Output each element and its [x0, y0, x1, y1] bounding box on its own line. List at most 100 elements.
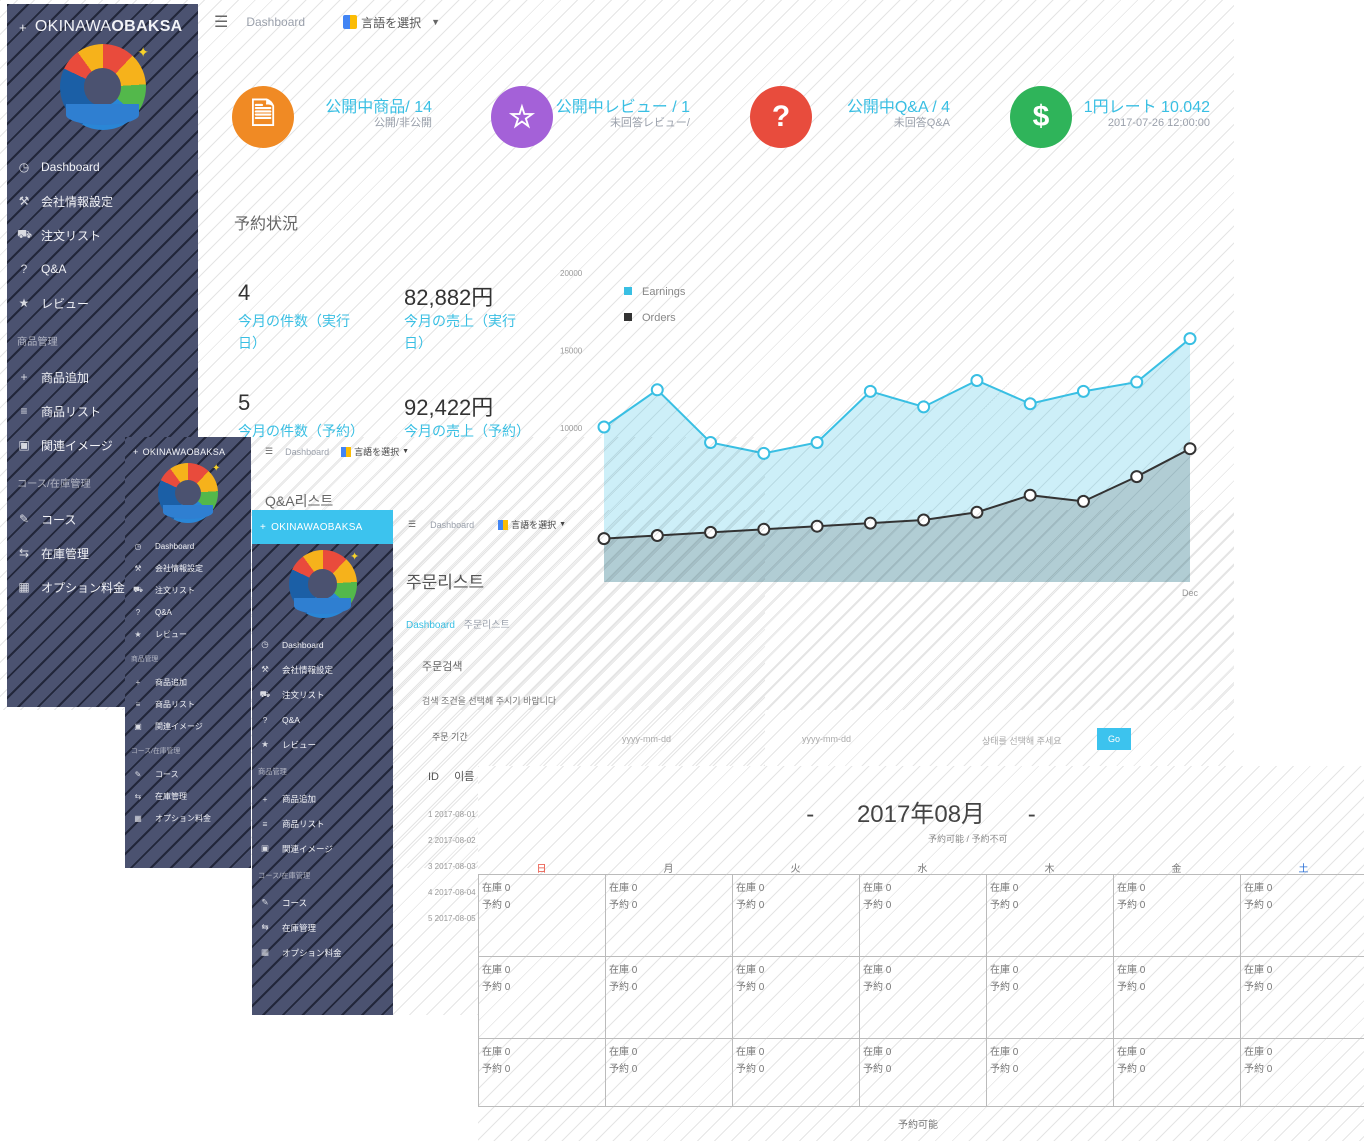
calendar-day-cell[interactable]: 在庫 0 予約 0 — [609, 962, 637, 996]
prev-month-button[interactable]: - — [806, 801, 814, 828]
order-crumb-link[interactable]: Dashboard — [406, 620, 455, 631]
calendar-day-cell[interactable]: 在庫 0 予約 0 — [863, 962, 891, 996]
table-row[interactable]: 4 2017-08-04 — [428, 880, 476, 906]
order-language-select[interactable]: 言語を選択 ▼ — [498, 518, 566, 531]
sidebar-item[interactable]: ⚒ 会社情報設定 — [17, 184, 198, 218]
sidebar-item[interactable]: ⇆ 在庫管理 — [258, 915, 393, 940]
translate-icon — [343, 15, 358, 29]
sidebar-item[interactable]: ◷ Dashboard — [131, 535, 251, 557]
cell-reserved: 予約 0 — [482, 1064, 511, 1075]
order-breadcrumb[interactable]: Dashboard — [430, 520, 474, 530]
data-point[interactable] — [917, 400, 931, 414]
data-point[interactable] — [1076, 494, 1090, 508]
sidebar-item[interactable]: ⇆ 在庫管理 — [131, 785, 251, 807]
order-date-to[interactable]: yyyy-mm-dd — [802, 734, 851, 744]
data-point[interactable] — [970, 374, 984, 387]
calendar-day-cell[interactable]: 在庫 0 予約 0 — [1244, 962, 1272, 996]
data-point[interactable] — [863, 384, 877, 398]
data-point[interactable] — [1076, 384, 1090, 398]
calendar-day-cell[interactable]: 在庫 0 予約 0 — [1244, 1044, 1272, 1078]
sidebar-item[interactable]: ▣ 関連イメージ — [258, 836, 393, 861]
calendar-day-cell[interactable]: 在庫 0 予約 0 — [990, 962, 1018, 996]
order-brand[interactable]: + OKINAWAOBAKSA — [252, 510, 393, 544]
sidebar-item[interactable]: ★ レビュー — [131, 623, 251, 645]
data-point[interactable] — [1183, 442, 1197, 456]
dashboard-topbar: ☰ Dashboard 言語を選択 ▼ — [214, 12, 440, 32]
table-row[interactable]: 5 2017-08-05 — [428, 906, 476, 932]
data-point[interactable] — [1023, 488, 1037, 502]
language-select[interactable]: 言語を選択 ▼ — [343, 14, 440, 31]
sidebar-item[interactable]: ◷ Dashboard — [258, 632, 393, 657]
calendar-day-cell[interactable]: 在庫 0 予約 0 — [1117, 1044, 1145, 1078]
calendar-day-cell[interactable]: 在庫 0 予約 0 — [482, 1044, 510, 1078]
cell-reserved: 予約 0 — [736, 1064, 765, 1075]
sidebar-item[interactable]: ≡ 商品リスト — [131, 693, 251, 715]
calendar-day-cell[interactable]: 在庫 0 予約 0 — [736, 1044, 764, 1078]
qa-breadcrumb[interactable]: Dashboard — [285, 447, 329, 457]
sidebar-item[interactable]: ⛟ 注文リスト — [131, 579, 251, 601]
calendar-day-cell[interactable]: 在庫 0 予約 0 — [1244, 880, 1272, 914]
data-point[interactable] — [650, 383, 664, 397]
calendar-day-cell[interactable]: 在庫 0 予約 0 — [736, 880, 764, 914]
table-row[interactable]: 2 2017-08-02 — [428, 828, 476, 854]
calendar-day-cell[interactable]: 在庫 0 予約 0 — [1117, 880, 1145, 914]
sidebar-item[interactable]: + 商品追加 — [258, 786, 393, 811]
sidebar-item[interactable]: ◷ Dashboard — [17, 150, 198, 184]
data-point[interactable] — [1130, 470, 1144, 484]
calendar-day-cell[interactable]: 在庫 0 予約 0 — [482, 962, 510, 996]
sidebar-item[interactable]: ▦ オプション料金 — [258, 940, 393, 965]
qa-language-select[interactable]: 言語を選択 ▼ — [341, 445, 409, 458]
menu-icon[interactable]: ☰ — [214, 12, 228, 32]
order-status-select[interactable]: 상태를 선택해 주세요 — [982, 734, 1062, 747]
sidebar-item[interactable]: ✎ コース — [258, 890, 393, 915]
sidebar-item[interactable]: ✎ コース — [131, 763, 251, 785]
next-month-button[interactable]: - — [1028, 801, 1036, 828]
stat-card[interactable]: 1円レート 10.042 2017-07-26 12:00:00 — [1060, 98, 1210, 130]
sidebar-item[interactable]: ★ レビュー — [258, 732, 393, 757]
sidebar-item[interactable]: ⛟ 注文リスト — [17, 218, 198, 252]
sidebar-item[interactable]: ? Q&A — [258, 707, 393, 732]
calendar-day-cell[interactable]: 在庫 0 予約 0 — [609, 1044, 637, 1078]
stat-card[interactable]: 公開中商品/ 14 公開/非公開 — [282, 98, 432, 130]
calendar-day-cell[interactable]: 在庫 0 予約 0 — [990, 1044, 1018, 1078]
data-point[interactable] — [810, 436, 824, 449]
weekday-header: 金 — [1171, 864, 1182, 875]
calendar-day-cell[interactable]: 在庫 0 予約 0 — [863, 880, 891, 914]
data-point[interactable] — [1023, 397, 1037, 411]
sidebar-item[interactable]: ≡ 商品リスト — [258, 811, 393, 836]
sidebar-item[interactable]: + 商品追加 — [17, 360, 198, 394]
calendar-day-cell[interactable]: 在庫 0 予約 0 — [482, 880, 510, 914]
sidebar-item[interactable]: ▣ 関連イメージ — [131, 715, 251, 737]
sidebar-item[interactable]: ⚒ 会社情報設定 — [131, 557, 251, 579]
sidebar-item[interactable]: ⛟ 注文リスト — [258, 682, 393, 707]
calendar-day-cell[interactable]: 在庫 0 予約 0 — [609, 880, 637, 914]
data-point[interactable] — [597, 420, 611, 434]
order-go-button[interactable]: Go — [1097, 728, 1131, 750]
breadcrumb[interactable]: Dashboard — [246, 15, 305, 29]
data-point[interactable] — [1130, 375, 1144, 389]
sidebar-item[interactable]: ▦ オプション料金 — [131, 807, 251, 829]
sidebar-item[interactable]: + 商品追加 — [131, 671, 251, 693]
menu-icon[interactable]: ☰ — [408, 519, 416, 530]
calendar-day-cell[interactable]: 在庫 0 予約 0 — [990, 880, 1018, 914]
calendar-day-cell[interactable]: 在庫 0 予約 0 — [1117, 962, 1145, 996]
menu-icon[interactable]: ☰ — [265, 446, 273, 457]
brand[interactable]: + OKINAWAOBAKSA — [7, 4, 198, 36]
stat-title: 公開中レビュー / 1 — [555, 99, 690, 116]
qa-brand[interactable]: + OKINAWAOBAKSA — [125, 437, 251, 457]
stat-card[interactable]: 公開中レビュー / 1 未回答レビュー/ — [540, 98, 690, 130]
kpi-link-count-executed[interactable]: 今月の件数（実行日） — [238, 310, 368, 355]
sidebar-item[interactable]: ? Q&A — [131, 601, 251, 623]
sidebar-item[interactable]: ? Q&A — [17, 252, 198, 286]
sidebar-item[interactable]: ≡ 商品リスト — [17, 394, 198, 428]
stat-card[interactable]: 公開中Q&A / 4 未回答Q&A — [800, 98, 950, 130]
calendar-day-cell[interactable]: 在庫 0 予約 0 — [863, 1044, 891, 1078]
calendar-day-cell[interactable]: 在庫 0 予約 0 — [736, 962, 764, 996]
sidebar-item[interactable]: ⚒ 会社情報設定 — [258, 657, 393, 682]
table-row[interactable]: 1 2017-08-01 — [428, 802, 476, 828]
sidebar-item[interactable]: ★ レビュー — [17, 286, 198, 320]
table-row[interactable]: 3 2017-08-03 — [428, 854, 476, 880]
kpi-link-sales-executed[interactable]: 今月の売上（実行日） — [404, 310, 534, 355]
order-date-from[interactable]: yyyy-mm-dd — [622, 734, 671, 744]
data-point[interactable] — [1183, 332, 1197, 346]
